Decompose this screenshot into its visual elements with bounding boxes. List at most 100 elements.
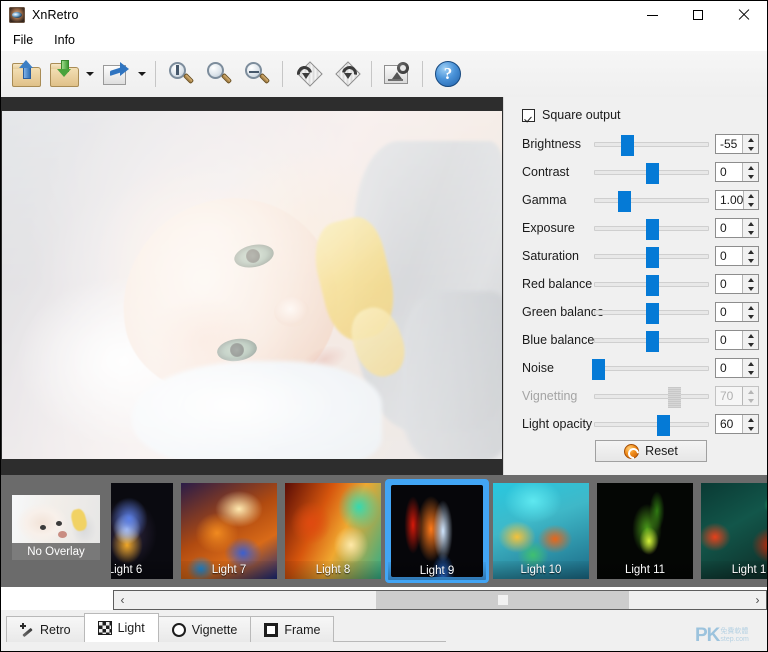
slider-thumb[interactable] (645, 162, 659, 184)
slider-track-red-balance[interactable] (594, 274, 709, 296)
spinbox-red-balance[interactable]: 0 (715, 274, 759, 294)
slider-track-light-opacity[interactable] (594, 414, 709, 436)
zoom-fit-button[interactable] (238, 54, 276, 94)
tab-vignette[interactable]: Vignette (157, 616, 252, 642)
slider-thumb[interactable] (645, 302, 659, 324)
spinbox-saturation[interactable]: 0 (715, 246, 759, 266)
spinbox-gamma[interactable]: 1.00 (715, 190, 759, 210)
spin-down-icon[interactable] (743, 312, 758, 321)
slider-thumb[interactable] (656, 414, 670, 436)
chevron-down-icon (86, 72, 94, 76)
zoom-out-button[interactable] (200, 54, 238, 94)
export-dropdown[interactable] (135, 54, 149, 94)
scrollbar-thumb[interactable] (376, 591, 629, 609)
minimize-button[interactable] (630, 1, 675, 29)
preview-canvas[interactable] (1, 97, 503, 475)
spinbox-exposure[interactable]: 0 (715, 218, 759, 238)
slider-thumb[interactable] (645, 274, 659, 296)
tab-retro[interactable]: Retro (6, 616, 85, 642)
spin-up-icon[interactable] (743, 163, 758, 172)
spin-up-icon[interactable] (743, 135, 758, 144)
slider-thumb[interactable] (618, 190, 632, 212)
spin-down-icon[interactable] (743, 368, 758, 377)
spinbox-blue-balance[interactable]: 0 (715, 330, 759, 350)
spinbox-value: 0 (720, 305, 727, 319)
slider-thumb[interactable] (592, 358, 606, 380)
save-file-button[interactable] (45, 54, 83, 94)
spin-up-icon[interactable] (743, 331, 758, 340)
filmstrip-scrollbar[interactable]: ‹ › (113, 590, 767, 610)
spinbox-contrast[interactable]: 0 (715, 162, 759, 182)
slider-track-vignetting (594, 386, 709, 408)
slider-thumb[interactable] (645, 218, 659, 240)
spinbox-noise[interactable]: 0 (715, 358, 759, 378)
slider-row-green-balance: Green balance 0 (504, 298, 768, 326)
scrollbar-grip (497, 595, 508, 605)
slider-track-exposure[interactable] (594, 218, 709, 240)
help-question-icon: ? (435, 61, 461, 87)
spinbox-green-balance[interactable]: 0 (715, 302, 759, 322)
spinbox-value: -55 (720, 137, 738, 151)
spin-down-icon[interactable] (743, 228, 758, 237)
spin-down-icon[interactable] (744, 200, 758, 209)
spin-up-icon[interactable] (743, 359, 758, 368)
spin-down-icon[interactable] (743, 144, 758, 153)
slider-track-contrast[interactable] (594, 162, 709, 184)
filmstrip-item-no-overlay[interactable]: No Overlay (12, 495, 100, 560)
filmstrip-item-light-12[interactable]: Light 1 (701, 483, 767, 579)
slider-thumb[interactable] (645, 246, 659, 268)
reset-circular-arrow-icon (624, 443, 640, 459)
spin-down-icon[interactable] (743, 424, 758, 433)
spinbox-value: 0 (720, 221, 727, 235)
spin-up-icon[interactable] (743, 247, 758, 256)
spinbox-light-opacity[interactable]: 60 (715, 414, 759, 434)
tab-frame[interactable]: Frame (250, 616, 335, 642)
filmstrip-item-light-6[interactable]: Light 6 (111, 483, 173, 579)
filmstrip-scroll-area[interactable]: Light 6 Light 7 Light 8 Light 9 Light 10 (111, 475, 767, 587)
spin-up-icon[interactable] (743, 219, 758, 228)
spin-down-icon[interactable] (743, 172, 758, 181)
filmstrip-item-light-11[interactable]: Light 11 (597, 483, 693, 579)
tab-light[interactable]: Light (83, 613, 159, 642)
slider-thumb[interactable] (620, 134, 634, 156)
slider-track-brightness[interactable] (594, 134, 709, 156)
open-file-button[interactable] (7, 54, 45, 94)
spin-down-icon[interactable] (743, 256, 758, 265)
close-button[interactable] (720, 1, 767, 29)
spin-up-icon[interactable] (743, 275, 758, 284)
spinbox-brightness[interactable]: -55 (715, 134, 759, 154)
spin-down-icon[interactable] (743, 284, 758, 293)
maximize-button[interactable] (675, 1, 720, 29)
batch-button[interactable] (378, 54, 416, 94)
filmstrip-item-light-7[interactable]: Light 7 (181, 483, 277, 579)
help-button[interactable]: ? (429, 54, 467, 94)
slider-row-noise: Noise 0 (504, 354, 768, 382)
filmstrip-item-label: Light 8 (285, 561, 381, 579)
spin-down-icon[interactable] (743, 340, 758, 349)
menu-file[interactable]: File (4, 31, 42, 49)
square-output-row[interactable]: Square output (522, 108, 621, 122)
zoom-in-button[interactable] (162, 54, 200, 94)
menu-info[interactable]: Info (45, 31, 84, 49)
rotate-right-button[interactable] (327, 54, 365, 94)
rotate-left-button[interactable] (289, 54, 327, 94)
scrollbar-trough[interactable] (131, 591, 749, 609)
filmstrip-item-light-9[interactable]: Light 9 (385, 479, 489, 583)
save-file-dropdown[interactable] (83, 54, 97, 94)
slider-track-noise[interactable] (592, 358, 709, 380)
slider-track-gamma[interactable] (594, 190, 709, 212)
slider-track-blue-balance[interactable] (594, 330, 709, 352)
slider-thumb[interactable] (645, 330, 659, 352)
filmstrip-item-light-8[interactable]: Light 8 (285, 483, 381, 579)
reset-button[interactable]: Reset (595, 440, 707, 462)
slider-track-saturation[interactable] (594, 246, 709, 268)
spin-up-icon[interactable] (744, 191, 758, 200)
filmstrip-item-light-10[interactable]: Light 10 (493, 483, 589, 579)
slider-track-green-balance[interactable] (594, 302, 709, 324)
square-output-checkbox[interactable] (522, 108, 535, 122)
scroll-left-arrow-icon[interactable]: ‹ (114, 591, 131, 609)
spin-up-icon[interactable] (743, 415, 758, 424)
spin-up-icon[interactable] (743, 303, 758, 312)
scroll-right-arrow-icon[interactable]: › (749, 591, 766, 609)
export-button[interactable] (97, 54, 135, 94)
